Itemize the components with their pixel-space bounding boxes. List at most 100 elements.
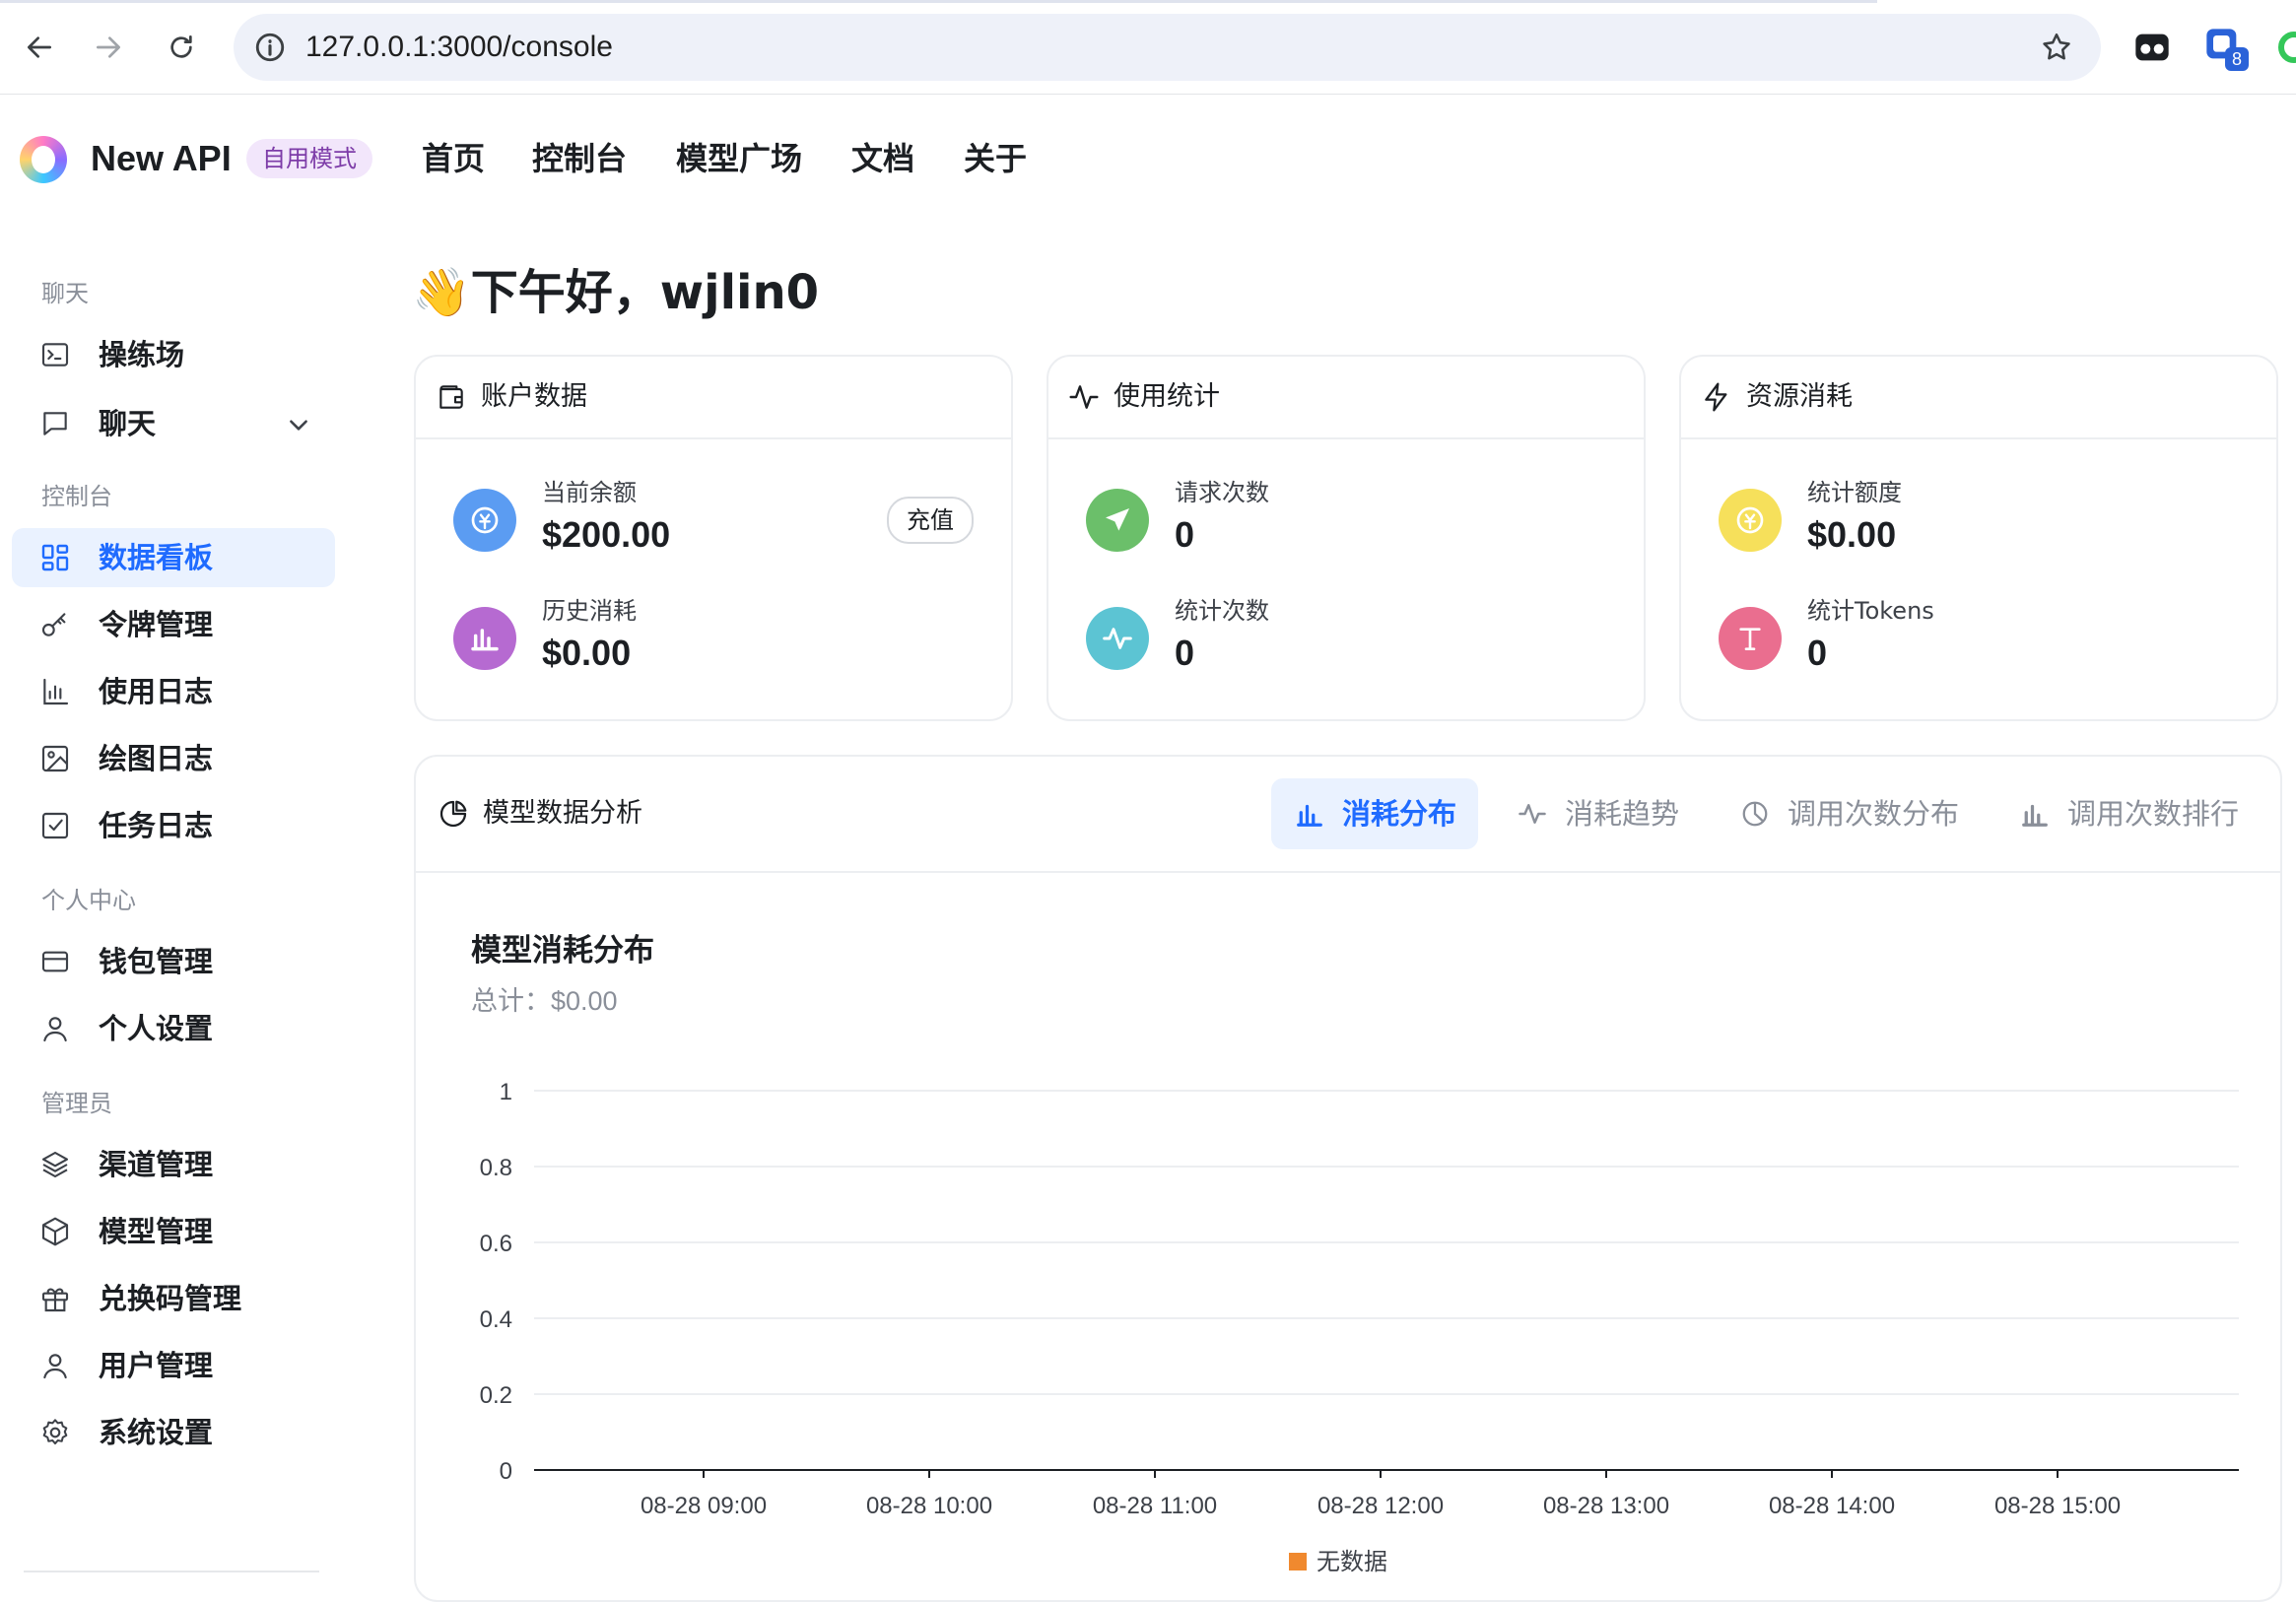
y-tick-label: 1 <box>500 1079 512 1105</box>
sidebar-item-label: 数据看板 <box>99 541 214 574</box>
arrow-left-icon <box>28 36 51 58</box>
history-spend-badge <box>453 607 516 670</box>
sidebar-item-label: 使用日志 <box>99 675 214 708</box>
sidebar-item-task-logs[interactable]: 任务日志 <box>12 796 335 855</box>
stat-count-value: 0 <box>1175 633 1195 673</box>
extension-button[interactable]: 8 <box>2203 26 2249 71</box>
tab-label: 调用次数分布 <box>1788 797 1960 831</box>
gear-icon <box>42 1419 68 1445</box>
pulse-icon <box>1069 385 1099 409</box>
address-bar[interactable]: 127.0.0.1:3000/console <box>234 14 2101 81</box>
sidebar-item-label: 绘图日志 <box>99 742 214 775</box>
metric-label: 请求次数 <box>1175 479 1269 506</box>
page-load-progress <box>0 0 1877 3</box>
card-title: 账户数据 <box>481 381 587 412</box>
current-balance-value: $200.00 <box>542 514 671 555</box>
sidebar-item-dashboard[interactable]: 数据看板 <box>12 528 335 587</box>
sidebar-item-label: 个人设置 <box>99 1012 214 1045</box>
sidebar-item-personal-settings[interactable]: 个人设置 <box>12 999 335 1058</box>
sidebar-section-personal: 个人中心 <box>41 887 136 914</box>
sidebar-divider <box>24 1571 319 1572</box>
metric-label: 历史消耗 <box>542 597 637 625</box>
tab-label: 消耗分布 <box>1342 797 1457 831</box>
sidebar-item-models[interactable]: 模型管理 <box>12 1202 335 1261</box>
sidebar-item-label: 任务日志 <box>99 809 214 842</box>
sidebar-item-users[interactable]: 用户管理 <box>12 1336 335 1395</box>
card-header: 使用统计 <box>1048 357 1644 439</box>
nav-about[interactable]: 关于 <box>964 134 1027 183</box>
request-count-value: 0 <box>1175 514 1195 555</box>
sidebar-item-label: 用户管理 <box>99 1349 214 1382</box>
sidebar-item-channels[interactable]: 渠道管理 <box>12 1135 335 1194</box>
sidebar-item-usage-logs[interactable]: 使用日志 <box>12 662 335 721</box>
extension-badge: 8 <box>2225 47 2249 71</box>
nav-home[interactable]: 首页 <box>422 134 485 183</box>
recharge-button[interactable]: 充值 <box>887 497 974 544</box>
tokens-value: 0 <box>1807 633 1828 673</box>
forward-button[interactable] <box>85 24 132 71</box>
sidebar-item-wallet[interactable]: 钱包管理 <box>12 932 335 991</box>
tab-label: 消耗趋势 <box>1565 797 1680 831</box>
bar-chart-icon <box>471 629 499 651</box>
nav-console[interactable]: 控制台 <box>532 134 627 183</box>
metric-label: 统计Tokens <box>1807 597 1934 625</box>
sidebar-item-playground[interactable]: 操练场 <box>12 325 335 384</box>
x-tick-label: 08-28 13:00 <box>1543 1493 1669 1519</box>
panel-header: 模型数据分析 消耗分布 消耗趋势 调用次数分布 调用次数排行 <box>416 757 2280 873</box>
y-tick-label: 0.8 <box>480 1155 512 1181</box>
sidebar-item-label: 兑换码管理 <box>99 1282 242 1315</box>
tokens-badge <box>1719 607 1782 670</box>
sidebar-item-drawing-logs[interactable]: 绘图日志 <box>12 729 335 788</box>
brand-name[interactable]: New API <box>91 134 232 183</box>
resource-consumption-card: 资源消耗 统计额度 $0.00 统计Tokens 0 <box>1679 355 2278 721</box>
sidebar-item-label: 操练场 <box>99 338 185 371</box>
tab-call-count-distribution[interactable]: 调用次数分布 <box>1717 778 1979 849</box>
tab-label: 调用次数排行 <box>2067 797 2240 831</box>
reload-button[interactable] <box>158 24 205 71</box>
model-analysis-panel: 模型数据分析 消耗分布 消耗趋势 调用次数分布 调用次数排行 模型消耗分布 总计… <box>414 755 2282 1602</box>
box-icon <box>41 1217 69 1246</box>
sidebar-item-label: 渠道管理 <box>99 1148 214 1181</box>
sidebar-section-admin: 管理员 <box>41 1090 112 1117</box>
x-tick-label: 08-28 15:00 <box>1994 1493 2121 1519</box>
request-count-badge <box>1086 489 1149 552</box>
tab-consumption-trend[interactable]: 消耗趋势 <box>1494 778 1701 849</box>
metric-label: 当前余额 <box>542 479 637 506</box>
bookmark-star-icon[interactable] <box>2040 31 2073 64</box>
sidebar-item-tokens[interactable]: 令牌管理 <box>12 595 335 654</box>
sidebar-item-system-settings[interactable]: 系统设置 <box>12 1403 335 1462</box>
back-button[interactable] <box>16 24 63 71</box>
metric-label: 统计次数 <box>1175 597 1269 625</box>
layers-icon <box>41 1151 69 1178</box>
sidebar-item-chat[interactable]: 聊天 <box>12 394 335 453</box>
dashboard-grid-icon <box>41 544 69 571</box>
sidebar-item-label: 钱包管理 <box>99 945 214 978</box>
sidebar-item-redemption-codes[interactable]: 兑换码管理 <box>12 1269 335 1328</box>
nav-docs[interactable]: 文档 <box>851 134 914 183</box>
history-spend-value: $0.00 <box>542 633 632 673</box>
x-tick-label: 08-28 09:00 <box>641 1493 767 1519</box>
profile-ring-icon[interactable] <box>2278 32 2296 63</box>
site-info-icon[interactable] <box>253 31 287 64</box>
stat-count-badge <box>1086 607 1149 670</box>
sidebar-item-label: 令牌管理 <box>99 608 214 641</box>
x-tick-label: 08-28 12:00 <box>1317 1493 1444 1519</box>
url-text[interactable]: 127.0.0.1:3000/console <box>305 14 613 81</box>
incognito-extension-icon[interactable] <box>2132 28 2172 67</box>
send-icon <box>1106 508 1129 531</box>
tab-consumption-distribution[interactable]: 消耗分布 <box>1271 778 1478 849</box>
x-tick-label: 08-28 11:00 <box>1093 1493 1217 1519</box>
chevron-down-icon[interactable] <box>286 412 311 437</box>
y-tick-label: 0 <box>500 1458 512 1485</box>
app-logo[interactable] <box>20 136 67 183</box>
bar-chart-icon <box>1297 804 1322 827</box>
panel-title: 模型数据分析 <box>483 798 642 829</box>
pie-chart-icon <box>1742 801 1768 827</box>
quota-badge <box>1719 489 1782 552</box>
nav-model-marketplace[interactable]: 模型广场 <box>676 134 802 183</box>
tab-call-count-ranking[interactable]: 调用次数排行 <box>1996 778 2268 849</box>
card-title: 资源消耗 <box>1746 381 1853 412</box>
checkbox-icon <box>41 812 69 839</box>
chat-bubble-icon <box>43 412 67 435</box>
gift-icon <box>41 1288 69 1312</box>
